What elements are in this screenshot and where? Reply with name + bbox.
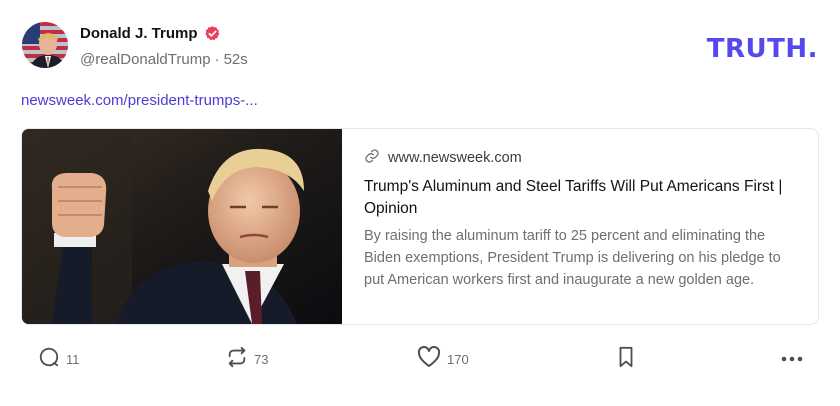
name-row: Donald J. Trump	[80, 25, 221, 42]
more-options-button[interactable]	[780, 344, 804, 374]
like-button[interactable]: 170	[417, 344, 469, 374]
post-actions: 11 73 170	[22, 344, 822, 374]
reply-icon	[38, 346, 60, 373]
post-timestamp[interactable]: 52s	[224, 51, 248, 68]
display-name[interactable]: Donald J. Trump	[80, 25, 198, 42]
bookmark-icon	[616, 346, 636, 373]
card-domain: www.newsweek.com	[388, 150, 522, 166]
truth-social-logo[interactable]: TRUTH.	[707, 34, 818, 64]
reply-count: 11	[66, 351, 80, 367]
more-icon	[780, 350, 804, 368]
user-handle[interactable]: @realDonaldTrump	[80, 51, 211, 68]
verified-badge-icon	[204, 25, 221, 42]
card-body: www.newsweek.com Trump's Aluminum and St…	[342, 129, 818, 324]
card-domain-row: www.newsweek.com	[364, 148, 800, 168]
retruth-button[interactable]: 73	[226, 344, 268, 374]
heart-icon	[417, 345, 441, 373]
card-title[interactable]: Trump's Aluminum and Steel Tariffs Will …	[364, 176, 800, 220]
preview-image	[22, 129, 342, 324]
meta-separator: ·	[214, 51, 220, 68]
retruth-count: 73	[254, 351, 269, 367]
avatar[interactable]	[22, 22, 68, 68]
post-link[interactable]: newsweek.com/president-trumps-...	[21, 92, 258, 109]
reply-button[interactable]: 11	[38, 344, 80, 374]
link-icon	[364, 148, 380, 168]
post-meta: @realDonaldTrump · 52s	[80, 51, 248, 68]
card-description: By raising the aluminum tariff to 25 per…	[364, 228, 781, 288]
post-header: Donald J. Trump @realDonaldTrump · 52s T…	[22, 22, 822, 70]
retruth-icon	[226, 346, 248, 373]
bookmark-button[interactable]	[616, 344, 636, 374]
link-preview-card[interactable]: www.newsweek.com Trump's Aluminum and St…	[21, 128, 819, 325]
like-count: 170	[447, 351, 469, 367]
